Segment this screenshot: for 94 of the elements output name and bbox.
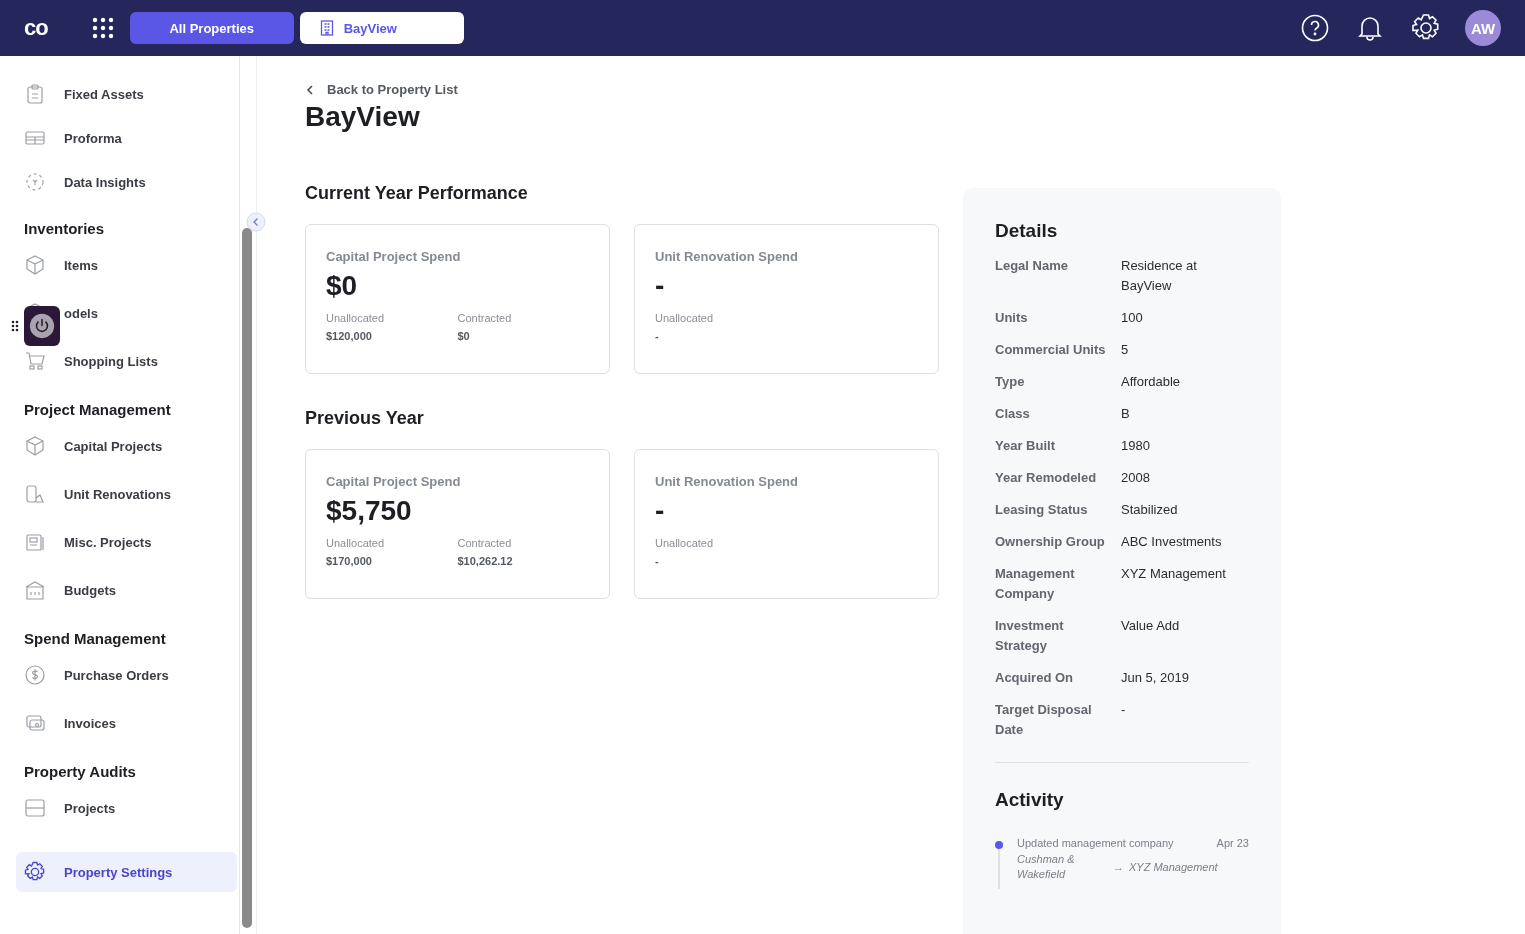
detail-label: Leasing Status bbox=[995, 501, 1089, 519]
activity-date: Apr 23 bbox=[1216, 837, 1249, 849]
sidebar-item[interactable]: Invoices bbox=[16, 699, 237, 747]
stat-label: Unallocated bbox=[655, 537, 715, 549]
sidebar-item[interactable]: Budgets bbox=[16, 566, 237, 614]
page-title: BayView bbox=[305, 101, 421, 133]
back-link[interactable]: Back to Property List bbox=[305, 82, 939, 97]
header-tab[interactable]: BayView bbox=[299, 12, 464, 44]
sidebar-item[interactable]: Projects bbox=[16, 784, 237, 832]
old-value: Cushman & Wakefield bbox=[1017, 852, 1076, 882]
detail-value: 5 bbox=[1121, 341, 1129, 359]
chevron-left-icon bbox=[305, 83, 315, 96]
detail-label: Investment Strategy bbox=[995, 617, 1065, 655]
stat-value: - bbox=[655, 555, 660, 567]
stat-value: $120,000 bbox=[326, 330, 373, 342]
detail-label: Year Built bbox=[995, 437, 1056, 455]
sidebar-item[interactable]: Fixed Assets bbox=[16, 72, 237, 116]
card-title: Unit Renovation Spend bbox=[655, 474, 799, 489]
card-title: Unit Renovation Spend bbox=[655, 249, 799, 264]
sidebar-item[interactable]: Property Settings bbox=[16, 852, 237, 892]
logo[interactable]: co bbox=[24, 15, 48, 41]
detail-value: 100 bbox=[1121, 309, 1143, 327]
detail-value: ABC Investments bbox=[1121, 533, 1222, 551]
stat-label: Contracted bbox=[457, 537, 513, 549]
card-title: Capital Project Spend bbox=[326, 249, 462, 264]
stat-value: $170,000 bbox=[326, 555, 373, 567]
building-icon bbox=[319, 20, 334, 36]
power-icon bbox=[29, 313, 55, 339]
stat-label: Unallocated bbox=[655, 312, 715, 324]
detail-value: 2008 bbox=[1121, 469, 1150, 487]
card-value: $5,750 bbox=[326, 495, 413, 528]
section-heading: Previous Year bbox=[305, 408, 425, 429]
detail-label: Year Remodeled bbox=[995, 469, 1098, 487]
panel-heading: Details bbox=[995, 220, 1059, 242]
arrow-text: → bbox=[1113, 859, 1123, 875]
sidebar-section-title: Project Management bbox=[23, 400, 172, 420]
detail-value: B bbox=[1121, 405, 1130, 423]
drag-handle-icon[interactable] bbox=[11, 320, 19, 332]
detail-value: XYZ Management bbox=[1121, 565, 1226, 583]
sidebar-item[interactable]: Proforma bbox=[16, 116, 237, 160]
power-button[interactable] bbox=[24, 306, 60, 346]
sidebar-section-title: Inventories bbox=[23, 219, 106, 239]
card-value: - bbox=[655, 495, 666, 528]
card-value: - bbox=[655, 270, 666, 303]
detail-value: - bbox=[1121, 701, 1126, 719]
apps-grid-icon[interactable] bbox=[91, 17, 114, 39]
detail-label: Legal Name bbox=[995, 257, 1069, 275]
settings-icon bbox=[24, 861, 46, 883]
panel-heading: Activity bbox=[995, 789, 1065, 811]
header-tab[interactable]: All Properties bbox=[129, 12, 294, 44]
stat-value: $0 bbox=[457, 330, 471, 342]
detail-label: Type bbox=[995, 373, 1026, 391]
stat-label: Unallocated bbox=[326, 537, 386, 549]
scrollbar-thumb[interactable] bbox=[242, 228, 252, 928]
new-value: XYZ Management bbox=[1129, 859, 1219, 875]
stat-value: - bbox=[655, 330, 660, 342]
stat-label: Unallocated bbox=[326, 312, 386, 324]
bank-icon bbox=[24, 579, 46, 601]
collapse-sidebar-button[interactable] bbox=[246, 212, 266, 232]
sidebar-item[interactable]: Data Insights bbox=[16, 160, 237, 204]
dollar-icon bbox=[24, 664, 46, 686]
cart-icon bbox=[24, 350, 46, 372]
activity-text: Updated management company bbox=[1017, 837, 1174, 849]
invoice-icon bbox=[24, 712, 46, 734]
detail-value: Value Add bbox=[1121, 617, 1180, 635]
sidebar-item[interactable]: Capital Projects bbox=[16, 422, 237, 470]
clipboard-icon bbox=[24, 83, 46, 105]
detail-value: Stabilized bbox=[1121, 501, 1178, 519]
sidebar-item[interactable]: Unit Renovations bbox=[16, 470, 237, 518]
detail-label: Units bbox=[995, 309, 1029, 327]
sidebar-item[interactable]: Purchase Orders bbox=[16, 651, 237, 699]
card-title: Capital Project Spend bbox=[326, 474, 462, 489]
card-value: $0 bbox=[326, 270, 359, 303]
help-icon[interactable] bbox=[1301, 14, 1329, 42]
section-heading: Current Year Performance bbox=[305, 183, 529, 204]
sidebar-item[interactable]: Items bbox=[16, 241, 237, 289]
detail-value: Jun 5, 2019 bbox=[1121, 669, 1189, 687]
detail-label: Target Disposal Date bbox=[995, 701, 1093, 739]
notification-bell-icon[interactable] bbox=[1357, 14, 1383, 42]
stack-icon bbox=[24, 797, 46, 819]
detail-value: 1980 bbox=[1121, 437, 1150, 455]
detail-label: Acquired On bbox=[995, 669, 1074, 687]
detail-label: Class bbox=[995, 405, 1031, 423]
detail-label: Ownership Group bbox=[995, 533, 1106, 551]
detail-value: Residence at BayView bbox=[1121, 257, 1198, 295]
sidebar-section-title: Spend Management bbox=[23, 629, 167, 649]
sidebar-item[interactable]: Shopping Lists bbox=[16, 337, 237, 385]
stat-value: $10,262.12 bbox=[457, 555, 514, 567]
detail-label: Management Company bbox=[995, 565, 1076, 603]
detail-value: Affordable bbox=[1121, 373, 1181, 391]
sidebar-section-title: Property Audits bbox=[23, 762, 137, 782]
detail-label: Commercial Units bbox=[995, 341, 1107, 359]
stat-label: Contracted bbox=[457, 312, 513, 324]
sidebar-item[interactable]: Misc. Projects bbox=[16, 518, 237, 566]
